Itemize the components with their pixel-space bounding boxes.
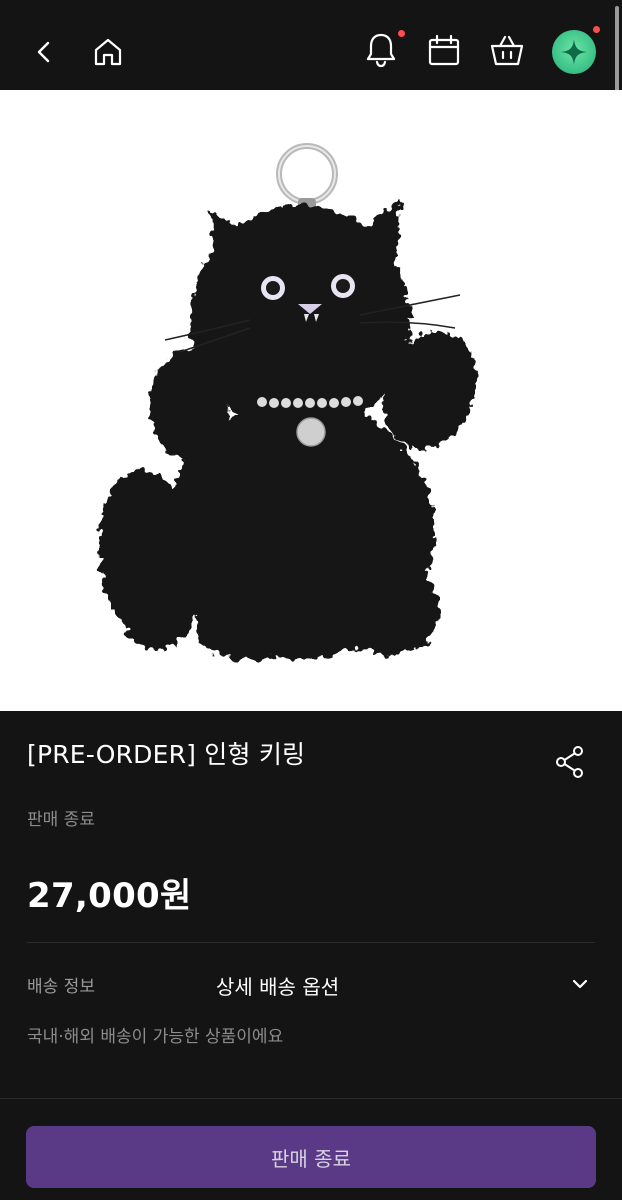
chevron-left-icon [37, 41, 50, 63]
scrollbar[interactable] [615, 6, 619, 94]
back-button[interactable] [20, 28, 68, 76]
divider [27, 942, 595, 943]
home-button[interactable] [84, 28, 132, 76]
calendar-button[interactable] [420, 26, 468, 74]
product-title: [PRE-ORDER] 인형 키링 [27, 740, 306, 769]
shipping-note: 국내·해외 배송이 가능한 상품이에요 [27, 1027, 284, 1047]
share-button[interactable] [548, 740, 592, 784]
bell-icon [366, 33, 396, 68]
profile-badge [593, 26, 600, 33]
top-app-bar [0, 0, 622, 94]
shopping-basket-icon [490, 35, 524, 66]
chevron-down-icon [572, 979, 588, 989]
shipping-option-select[interactable]: 상세 배송 옵션 [214, 962, 594, 1006]
notifications-button[interactable] [357, 26, 405, 74]
calendar-icon [428, 34, 460, 66]
sparkle-avatar-icon [561, 39, 587, 65]
sale-ended-button[interactable]: 판매 종료 [26, 1126, 596, 1188]
home-icon [94, 38, 122, 66]
shipping-info-label: 배송 정보 [27, 977, 95, 997]
sale-status: 판매 종료 [27, 810, 95, 830]
shipping-option-value: 상세 배송 옵션 [216, 975, 340, 999]
notification-badge [398, 30, 405, 37]
product-image [0, 90, 622, 711]
cart-button[interactable] [483, 26, 531, 74]
share-icon [556, 746, 583, 778]
cat-keyring-illustration [98, 143, 478, 660]
product-detail-page: [PRE-ORDER] 인형 키링 판매 종료 27,000원 배송 정보 상세… [0, 0, 622, 1200]
product-price: 27,000원 [27, 876, 192, 916]
profile-avatar[interactable] [552, 30, 596, 74]
